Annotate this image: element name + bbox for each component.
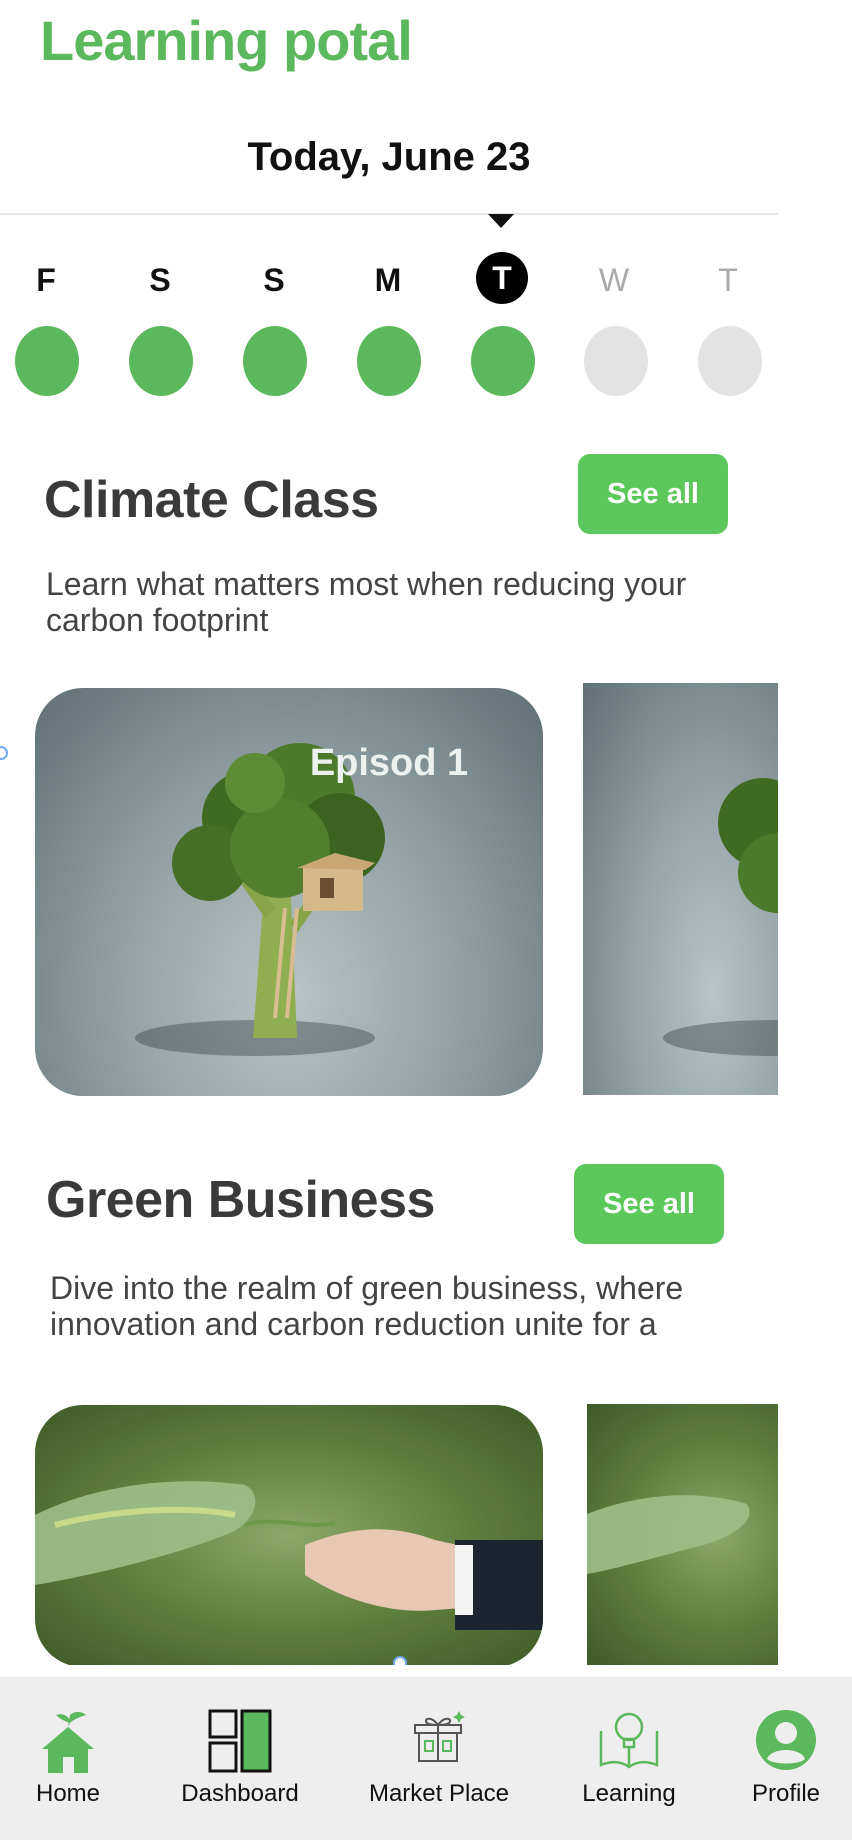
- day-progress-dot: [584, 326, 648, 396]
- scroll-content[interactable]: Learning potal Today, June 23 F S S M T …: [0, 0, 778, 1665]
- tab-market-place[interactable]: Market Place: [366, 1677, 512, 1840]
- day-progress-dot: [243, 326, 307, 396]
- see-all-green-business-button[interactable]: See all: [574, 1164, 724, 1244]
- home-icon: [42, 1712, 94, 1773]
- section-description: Dive into the realm of green business, w…: [50, 1270, 684, 1342]
- tab-learning-label: Learning: [582, 1780, 676, 1807]
- tab-profile[interactable]: Profile: [738, 1677, 834, 1840]
- bottom-tab-bar: Home Dashboard Market Place Learning Pro…: [0, 1677, 852, 1840]
- dashboard-icon: [208, 1709, 272, 1773]
- day-letter-mon[interactable]: M: [358, 262, 418, 299]
- tab-profile-label: Profile: [751, 1780, 821, 1807]
- section-title-climate-class: Climate Class: [44, 471, 379, 529]
- see-all-climate-button[interactable]: See all: [578, 454, 728, 534]
- tab-learning[interactable]: Learning: [574, 1677, 684, 1840]
- gift-store-icon: [414, 1711, 465, 1762]
- divider: [0, 213, 778, 215]
- business-card[interactable]: [587, 1404, 778, 1665]
- episode-card[interactable]: [583, 683, 778, 1095]
- business-card[interactable]: [35, 1405, 543, 1665]
- user-avatar-icon: [756, 1710, 816, 1770]
- section-description: Learn what matters most when reducing yo…: [46, 566, 687, 638]
- tab-dashboard[interactable]: Dashboard: [170, 1677, 310, 1840]
- day-letter-today[interactable]: T: [476, 252, 528, 304]
- day-progress-dot: [698, 326, 762, 396]
- day-progress-dot: [129, 326, 193, 396]
- leaf-hand-handshake-image: [35, 1481, 543, 1630]
- tab-home[interactable]: Home: [18, 1677, 118, 1840]
- app-title: Learning potal: [40, 9, 413, 72]
- broccoli-treehouse-image: [663, 778, 778, 1056]
- date-title: Today, June 23: [247, 135, 531, 179]
- tab-home-label: Home: [35, 1780, 101, 1807]
- day-letter-fri[interactable]: F: [16, 262, 76, 299]
- book-bulb-icon: [599, 1712, 659, 1769]
- day-progress-dot: [357, 326, 421, 396]
- leaf-hand-handshake-image: [587, 1495, 750, 1574]
- day-progress-dot: [471, 326, 535, 396]
- tab-dashboard-label: Dashboard: [181, 1780, 299, 1807]
- day-letter-sat[interactable]: S: [130, 262, 190, 299]
- tab-market-place-label: Market Place: [368, 1780, 510, 1807]
- day-progress-dot: [15, 326, 79, 396]
- today-pointer-icon: [488, 214, 514, 228]
- section-title-green-business: Green Business: [46, 1171, 435, 1229]
- day-letter-thu[interactable]: T: [698, 262, 758, 299]
- day-letter-wed[interactable]: W: [584, 262, 644, 299]
- day-letter-sun[interactable]: S: [244, 262, 304, 299]
- resize-handle: [393, 1656, 407, 1665]
